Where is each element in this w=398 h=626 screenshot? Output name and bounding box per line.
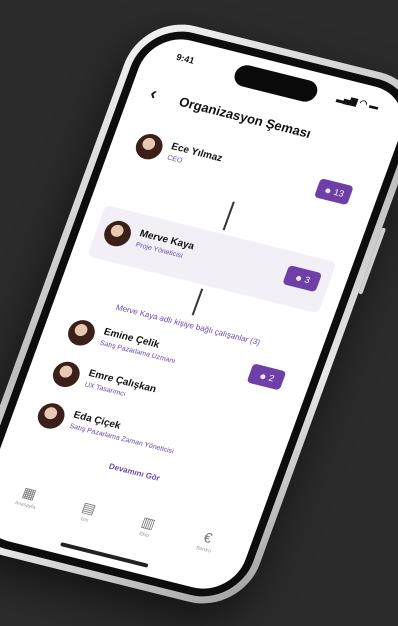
employee-role: CEO: [166, 154, 184, 165]
avatar: [100, 218, 135, 250]
tab-home[interactable]: ▦ Anasayfa: [0, 478, 55, 527]
phone-mockup: 9:41 ▂▄▆ ◠ ▬ ‹ Organizasyon Şeması Ece Y…: [0, 13, 398, 615]
back-icon[interactable]: ‹: [147, 83, 160, 104]
reports-count-badge[interactable]: ☻13: [313, 178, 354, 206]
reports-count-badge[interactable]: ☻2: [246, 363, 287, 391]
badge-count: 2: [267, 372, 276, 384]
org-node-selected[interactable]: Merve Kaya Proje Yöneticisi ☻3: [87, 204, 337, 314]
avatar: [132, 131, 167, 163]
badge-count: 3: [303, 274, 312, 286]
avatar: [49, 358, 84, 390]
reports-count-badge[interactable]: ☻3: [282, 265, 323, 293]
avatar: [34, 400, 69, 432]
avatar: [64, 317, 99, 349]
status-icons: ▂▄▆ ◠ ▬: [335, 92, 381, 112]
tab-leave[interactable]: ▤ İzin: [56, 493, 114, 542]
tab-team[interactable]: ▥ Ekip: [116, 508, 174, 557]
org-connector: [222, 201, 235, 231]
status-time: 9:41: [174, 51, 196, 66]
employee-role: Satış Pazarlama Zaman Yöneticisi: [68, 422, 175, 456]
badge-count: 13: [332, 187, 346, 199]
org-connector: [191, 288, 204, 316]
tab-payroll[interactable]: € Bordro: [175, 522, 233, 571]
dynamic-island: [231, 62, 321, 105]
